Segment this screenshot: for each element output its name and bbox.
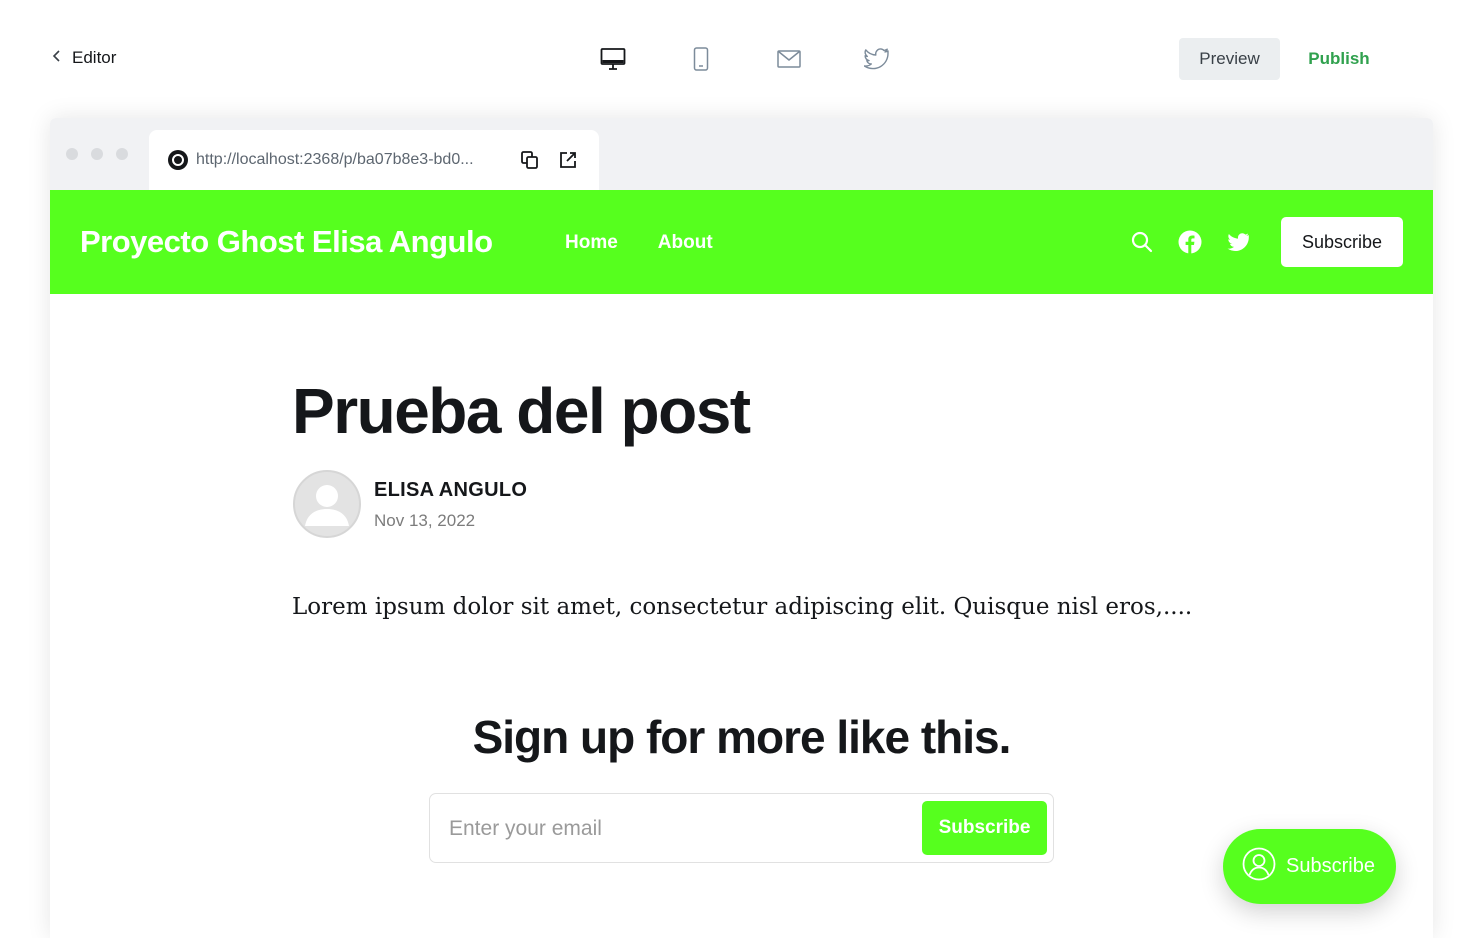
header-icons — [1130, 230, 1250, 254]
header-subscribe-button[interactable]: Subscribe — [1281, 217, 1403, 267]
signup-form: Subscribe — [429, 793, 1054, 863]
site-nav: Home About — [565, 232, 713, 254]
window-dot — [66, 148, 78, 160]
preview-device-switcher — [600, 46, 890, 72]
browser-preview-frame: http://localhost:2368/p/ba07b8e3-bd0... … — [50, 118, 1433, 938]
window-dot — [116, 148, 128, 160]
portal-subscribe-button[interactable]: Subscribe — [1223, 829, 1396, 904]
email-field[interactable] — [449, 812, 909, 846]
back-to-editor-button[interactable]: Editor — [52, 48, 116, 68]
user-icon — [1242, 847, 1276, 887]
desktop-icon[interactable] — [600, 46, 626, 72]
nav-item-about[interactable]: About — [658, 232, 713, 254]
window-dot — [91, 148, 103, 160]
chevron-left-icon — [52, 49, 62, 68]
post-title: Prueba del post — [292, 375, 751, 447]
signup-heading: Sign up for more like this. — [472, 711, 1012, 763]
twitter-icon[interactable] — [864, 46, 890, 72]
window-dots — [66, 148, 128, 160]
open-external-icon[interactable] — [556, 148, 580, 172]
author-name[interactable]: ELISA ANGULO — [374, 479, 527, 502]
url-text[interactable]: http://localhost:2368/p/ba07b8e3-bd0... — [196, 151, 504, 169]
post-excerpt: Lorem ipsum dolor sit amet, consectetur … — [292, 594, 1193, 620]
publish-button[interactable]: Publish — [1300, 38, 1378, 80]
browser-chrome: http://localhost:2368/p/ba07b8e3-bd0... — [50, 118, 1433, 190]
signup-subscribe-button[interactable]: Subscribe — [922, 801, 1047, 855]
search-icon[interactable] — [1130, 230, 1154, 254]
facebook-icon[interactable] — [1178, 230, 1202, 254]
site-title[interactable]: Proyecto Ghost Elisa Angulo — [80, 224, 493, 260]
editor-topbar: Editor Preview Publish — [0, 0, 1483, 118]
url-tab: http://localhost:2368/p/ba07b8e3-bd0... — [149, 130, 599, 190]
portal-label: Subscribe — [1286, 855, 1375, 877]
ghost-favicon-icon — [168, 150, 188, 170]
email-icon[interactable] — [776, 46, 802, 72]
mobile-icon[interactable] — [688, 46, 714, 72]
preview-button[interactable]: Preview — [1179, 38, 1280, 80]
site-header: Proyecto Ghost Elisa Angulo Home About S… — [50, 190, 1433, 294]
copy-url-icon[interactable] — [518, 148, 542, 172]
nav-item-home[interactable]: Home — [565, 232, 618, 254]
avatar[interactable] — [293, 470, 361, 538]
back-label: Editor — [72, 48, 117, 67]
twitter-icon[interactable] — [1226, 230, 1250, 254]
post-date: Nov 13, 2022 — [374, 511, 476, 530]
